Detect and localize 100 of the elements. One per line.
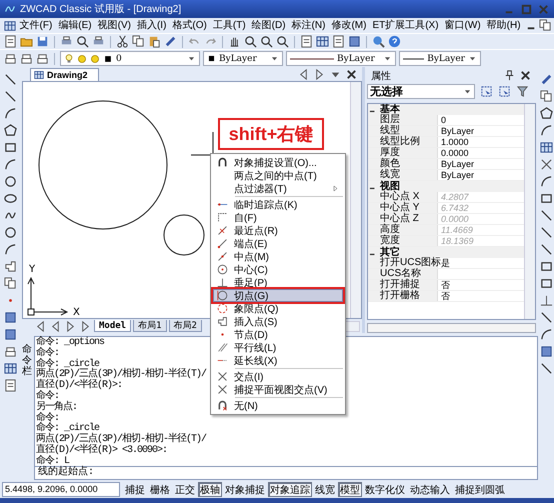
menu-item[interactable]: 对象捕捉设置(O)...: [213, 156, 343, 169]
line-icon[interactable]: [4, 73, 16, 86]
menu-item[interactable]: 平行线(L): [213, 341, 343, 354]
menu-item[interactable]: 节点(D): [213, 328, 343, 341]
help-icon[interactable]: [388, 35, 401, 48]
rectangle-icon[interactable]: [4, 141, 16, 154]
menu-item[interactable]: 端点(E): [213, 237, 343, 250]
selection-dropdown[interactable]: 无选择: [367, 84, 475, 99]
close-icon[interactable]: [345, 68, 358, 81]
status-toggle[interactable]: 正交: [173, 482, 197, 496]
property-name: 打开UCS图标: [368, 258, 438, 268]
menu-item[interactable]: 切点(G): [213, 289, 343, 302]
layer-icon[interactable]: [4, 52, 17, 65]
menu-item[interactable]: 窗口(W): [442, 18, 484, 32]
circle-icon[interactable]: [4, 175, 16, 188]
gradient-icon[interactable]: [4, 328, 16, 341]
menu-item[interactable]: 工具(T): [210, 18, 248, 32]
menu-item[interactable]: 交点(I): [213, 370, 343, 383]
status-toggle[interactable]: 线宽: [313, 482, 337, 496]
menu-item[interactable]: 捕捉平面视图交点(V): [213, 383, 343, 396]
menu-item[interactable]: 两点之间的中点(T): [213, 169, 343, 182]
menu-item[interactable]: 绘图(D): [249, 18, 288, 32]
zoom-previous-icon[interactable]: [276, 35, 289, 48]
swatch-icon: [103, 54, 113, 64]
command-input[interactable]: 线的起始点:: [34, 467, 538, 480]
filter-icon[interactable]: [516, 85, 529, 98]
paste-icon[interactable]: [148, 35, 161, 48]
lineweight-dropdown[interactable]: ByLayer: [399, 51, 481, 66]
status-toggle[interactable]: 捕捉: [123, 482, 147, 496]
menu-item[interactable]: 中心(C): [213, 263, 343, 276]
menu-item[interactable]: 无(N): [213, 399, 343, 412]
menu-item[interactable]: 自(F): [213, 211, 343, 224]
menu-item[interactable]: 插入点(S): [213, 315, 343, 328]
menu-item[interactable]: 标注(N): [289, 18, 328, 32]
section-header[interactable]: 其它: [368, 247, 524, 258]
polygon-icon[interactable]: [4, 124, 16, 137]
pin-icon[interactable]: [503, 69, 516, 82]
ellipse-icon[interactable]: [4, 226, 16, 239]
scissors-icon[interactable]: [116, 35, 129, 48]
select-objects-icon[interactable]: [480, 85, 493, 98]
menu-item[interactable]: 中点(M): [213, 250, 343, 263]
menu-item[interactable]: 文件(F): [17, 18, 55, 32]
ray-icon[interactable]: [4, 90, 16, 103]
save-icon[interactable]: [36, 35, 49, 48]
zoom-window-icon[interactable]: [260, 35, 273, 48]
copy-icon[interactable]: [132, 35, 145, 48]
document-tab[interactable]: Drawing2: [30, 68, 99, 81]
status-toggle[interactable]: 对象追踪: [268, 482, 312, 496]
scrollbar[interactable]: [350, 82, 361, 318]
property-value: 11.4669: [440, 225, 474, 235]
polyline-icon[interactable]: [4, 107, 16, 120]
menu-item[interactable]: 帮助(H): [484, 18, 524, 32]
status-toggle[interactable]: 极轴: [198, 482, 222, 496]
menu-item[interactable]: 编辑(E): [56, 18, 94, 32]
menu-item[interactable]: ET扩展工具(X): [370, 18, 442, 32]
layout-tab[interactable]: Model: [94, 320, 132, 332]
menu-item[interactable]: 延长线(X): [213, 354, 343, 367]
new-file-icon[interactable]: [4, 35, 17, 48]
restore-icon[interactable]: [539, 19, 552, 32]
zoom-icon[interactable]: [244, 35, 257, 48]
table-icon[interactable]: [4, 362, 16, 375]
close-icon[interactable]: [519, 69, 532, 82]
menu-item[interactable]: 格式(O): [170, 18, 210, 32]
linetype-dropdown[interactable]: ByLayer: [286, 51, 396, 66]
print-preview-icon[interactable]: [76, 35, 89, 48]
layout-tab[interactable]: 布局2: [168, 320, 202, 332]
menu-item[interactable]: 最近点(R): [213, 224, 343, 237]
status-toggle[interactable]: 捕捉到圆弧: [453, 482, 507, 496]
menu-item[interactable]: 视图(V): [95, 18, 134, 32]
hatch-icon[interactable]: [4, 311, 16, 324]
menu-item[interactable]: 点过滤器(T): [213, 182, 343, 195]
copy-icon[interactable]: [540, 90, 552, 103]
layer-dropdown[interactable]: 0: [60, 51, 200, 66]
layer-icon[interactable]: [20, 52, 33, 65]
sheet-icon[interactable]: [300, 35, 313, 48]
caret-icon: [270, 54, 279, 63]
property-name: 线型: [368, 126, 438, 136]
scrollbar[interactable]: [524, 104, 535, 319]
menu-item[interactable]: 临时追踪点(K): [213, 198, 343, 211]
status-toggle[interactable]: 动态输入: [408, 482, 452, 496]
menu-item[interactable]: 插入(I): [134, 18, 169, 32]
layer-icon[interactable]: [36, 52, 49, 65]
layout-tab[interactable]: 布局1: [133, 320, 167, 332]
pick-icon[interactable]: [498, 85, 511, 98]
array-icon[interactable]: [540, 141, 552, 154]
globe-search-icon[interactable]: [372, 35, 385, 48]
status-toggle[interactable]: 栅格: [148, 482, 172, 496]
brush-icon[interactable]: [164, 35, 177, 48]
panel-icon[interactable]: [316, 35, 329, 48]
axis-label: Y: [29, 264, 36, 275]
arc-icon[interactable]: [4, 158, 16, 171]
menu-item[interactable]: 修改(M): [328, 18, 369, 32]
section-header[interactable]: 视图: [368, 181, 524, 192]
status-toggle[interactable]: 对象捕捉: [223, 482, 267, 496]
block-icon[interactable]: [4, 260, 16, 273]
menu-item[interactable]: 垂足(P): [213, 276, 343, 289]
menu-item[interactable]: 象限点(Q): [213, 302, 343, 315]
status-toggle[interactable]: 模型: [338, 482, 362, 496]
status-toggle[interactable]: 数字化仪: [363, 482, 407, 496]
color-dropdown[interactable]: ByLayer: [203, 51, 283, 66]
